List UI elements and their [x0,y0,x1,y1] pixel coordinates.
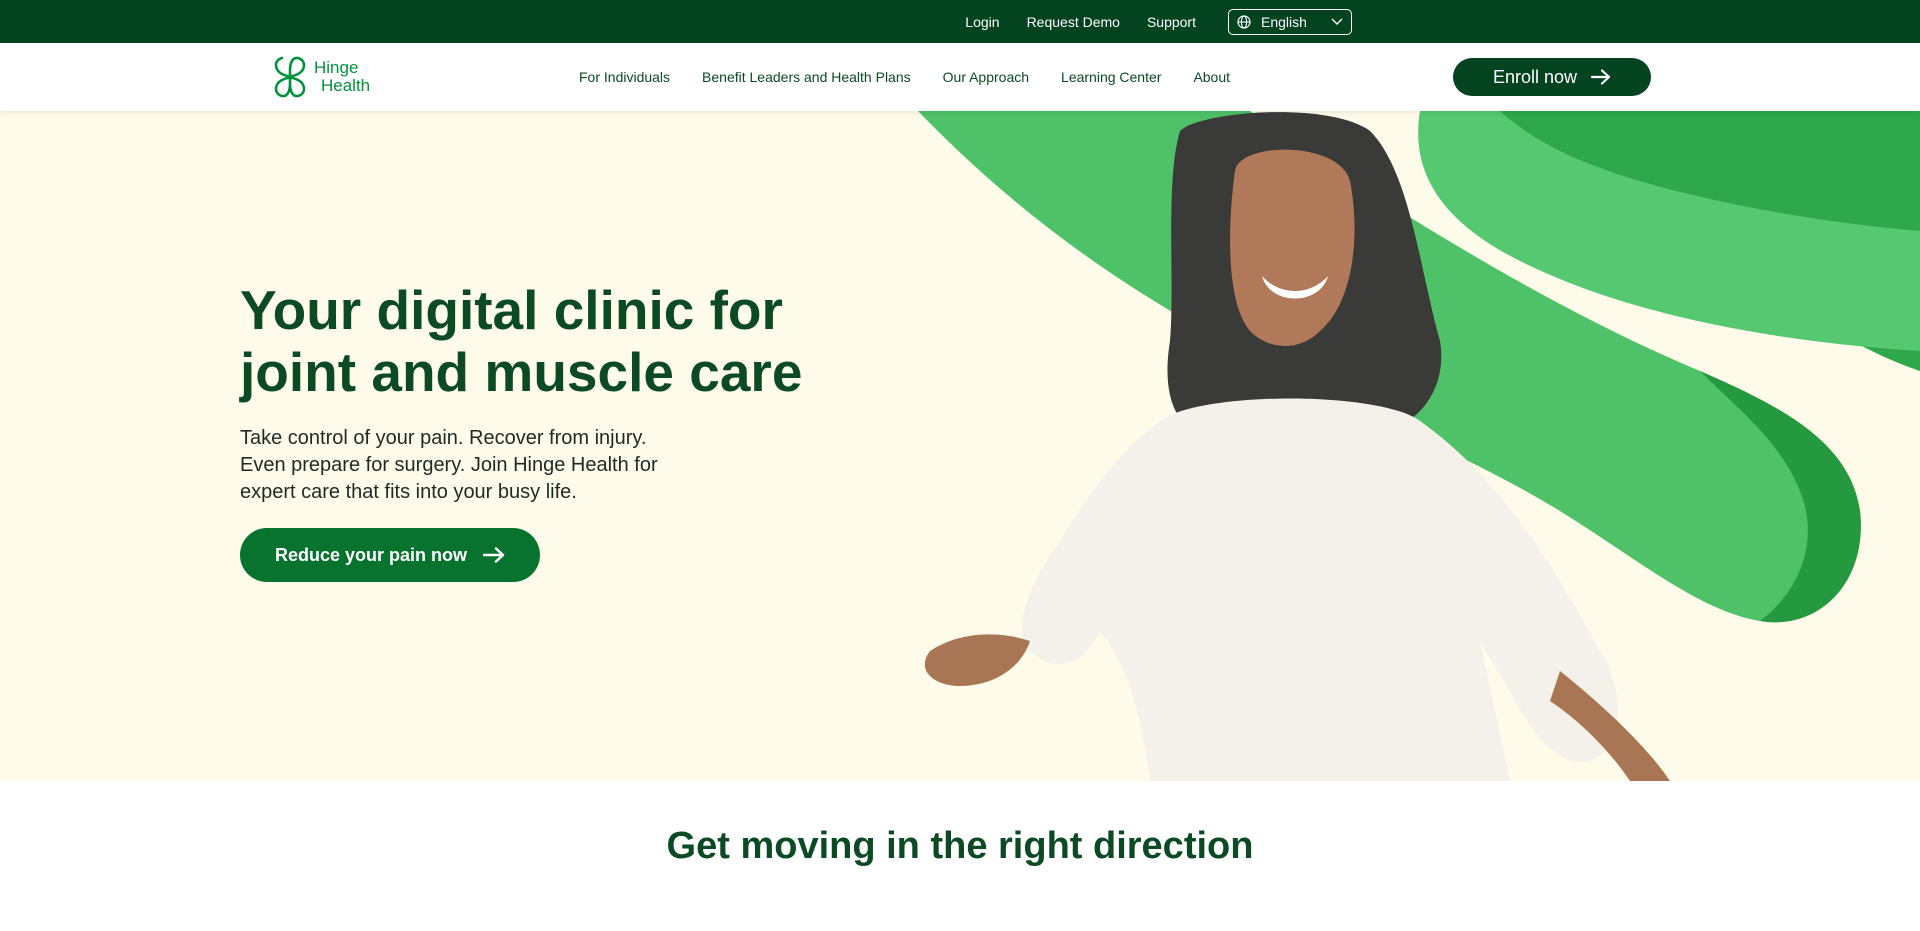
main-nav: Hinge Health For Individuals Benefit Lea… [0,43,1920,111]
enroll-now-label: Enroll now [1492,66,1578,87]
utility-links: Login Request Demo Support English [938,0,1352,43]
arrow-right-icon [483,547,505,563]
chevron-down-icon [1331,18,1343,25]
primary-nav-links: For Individuals Benefit Leaders and Heal… [579,43,1262,111]
reduce-pain-label: Reduce your pain now [274,544,468,565]
nav-item-benefit-leaders[interactable]: Benefit Leaders and Health Plans [702,69,911,85]
hero-title: Your digital clinic for joint and muscle… [240,279,880,403]
login-link[interactable]: Login [965,14,999,30]
nav-item-for-individuals[interactable]: For Individuals [579,69,670,85]
hinge-logo-icon [274,56,306,98]
reduce-pain-button[interactable]: Reduce your pain now [240,528,540,582]
section-heading: Get moving in the right direction [666,825,1254,867]
logo-wordmark: Hinge Health [314,59,370,95]
hinge-health-logo[interactable]: Hinge Health [268,53,370,101]
utility-bar: Login Request Demo Support English [0,0,1920,43]
hero-title-line-1: Your digital clinic for [240,279,783,341]
enroll-now-button[interactable]: Enroll now [1453,58,1651,96]
hero-title-line-2: joint and muscle care [240,341,803,403]
hero-section: Your digital clinic for joint and muscle… [0,111,1920,781]
logo-line-1: Hinge [314,58,359,77]
person-left-hand [924,634,1030,686]
globe-icon [1237,14,1251,29]
arrow-right-icon [1591,69,1611,85]
hero-subtitle-line-1: Take control of your pain. Recover from … [240,427,647,449]
nav-item-learning-center[interactable]: Learning Center [1061,69,1161,85]
request-demo-link[interactable]: Request Demo [1027,14,1120,30]
nav-item-about[interactable]: About [1193,69,1230,85]
logo-line-2: Health [321,76,371,95]
support-link[interactable]: Support [1147,14,1196,30]
hero-subtitle: Take control of your pain. Recover from … [240,425,740,506]
language-select[interactable]: English [1228,8,1352,35]
hero-subtitle-line-3: expert care that fits into your busy lif… [240,481,577,503]
language-label: English [1261,13,1307,30]
nav-item-our-approach[interactable]: Our Approach [943,69,1029,85]
hero-subtitle-line-2: Even prepare for surgery. Join Hinge Hea… [240,454,658,476]
